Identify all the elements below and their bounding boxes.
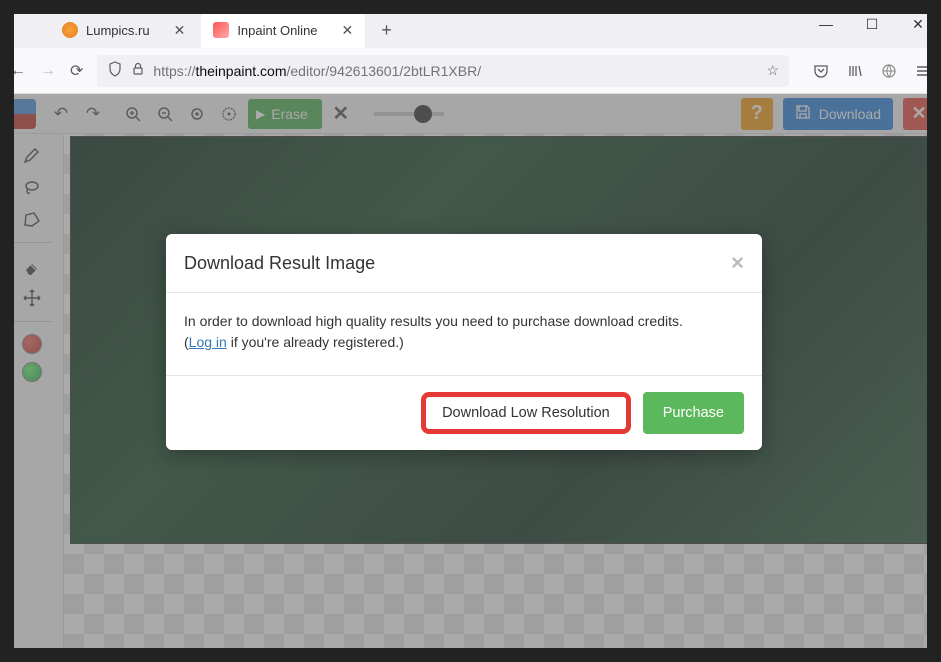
- app-area: ↶ ↷ ▶ Erase ✕ ?: [0, 94, 941, 662]
- tab-inpaint[interactable]: Inpaint Online ✕: [201, 12, 365, 48]
- browser-tab-strip: Lumpics.ru ✕ Inpaint Online ✕ + — ☐ ✕: [0, 0, 941, 48]
- modal-body: In order to download high quality result…: [166, 293, 762, 375]
- bookmark-icon[interactable]: ☆: [766, 62, 779, 79]
- modal-close-button[interactable]: ×: [731, 250, 744, 276]
- maximize-button[interactable]: ☐: [849, 0, 895, 48]
- purchase-button[interactable]: Purchase: [643, 392, 744, 434]
- menu-icon[interactable]: [915, 63, 931, 79]
- back-button[interactable]: ←: [10, 62, 26, 80]
- new-tab-button[interactable]: +: [369, 12, 404, 48]
- inpaint-favicon: [213, 22, 229, 38]
- language-icon[interactable]: [881, 63, 897, 79]
- minimize-button[interactable]: —: [803, 0, 849, 48]
- close-window-button[interactable]: ✕: [895, 0, 941, 48]
- modal-title: Download Result Image: [184, 253, 731, 274]
- tab-label: Lumpics.ru: [86, 23, 150, 38]
- modal-text: In order to download high quality result…: [184, 313, 683, 329]
- download-modal: Download Result Image × In order to down…: [166, 234, 762, 450]
- shield-icon: [107, 61, 123, 80]
- login-suffix: if you're already registered.): [227, 334, 404, 350]
- forward-button[interactable]: →: [40, 62, 56, 80]
- lumpics-favicon: [62, 22, 78, 38]
- tab-lumpics[interactable]: Lumpics.ru ✕: [50, 12, 197, 48]
- url-text: https://theinpaint.com/editor/942613601/…: [153, 63, 758, 79]
- url-bar[interactable]: https://theinpaint.com/editor/942613601/…: [97, 55, 789, 87]
- lock-icon: [131, 62, 145, 79]
- window-controls: — ☐ ✕: [803, 0, 941, 48]
- close-icon[interactable]: ✕: [174, 22, 186, 39]
- tab-label: Inpaint Online: [237, 23, 317, 38]
- close-icon[interactable]: ✕: [342, 22, 354, 39]
- download-low-res-button[interactable]: Download Low Resolution: [421, 392, 631, 434]
- login-link[interactable]: Log in: [189, 334, 227, 350]
- reload-button[interactable]: ⟳: [70, 61, 83, 81]
- pocket-icon[interactable]: [813, 63, 829, 79]
- library-icon[interactable]: [847, 63, 863, 79]
- browser-navbar: ← → ⟳ https://theinpaint.com/editor/9426…: [0, 48, 941, 94]
